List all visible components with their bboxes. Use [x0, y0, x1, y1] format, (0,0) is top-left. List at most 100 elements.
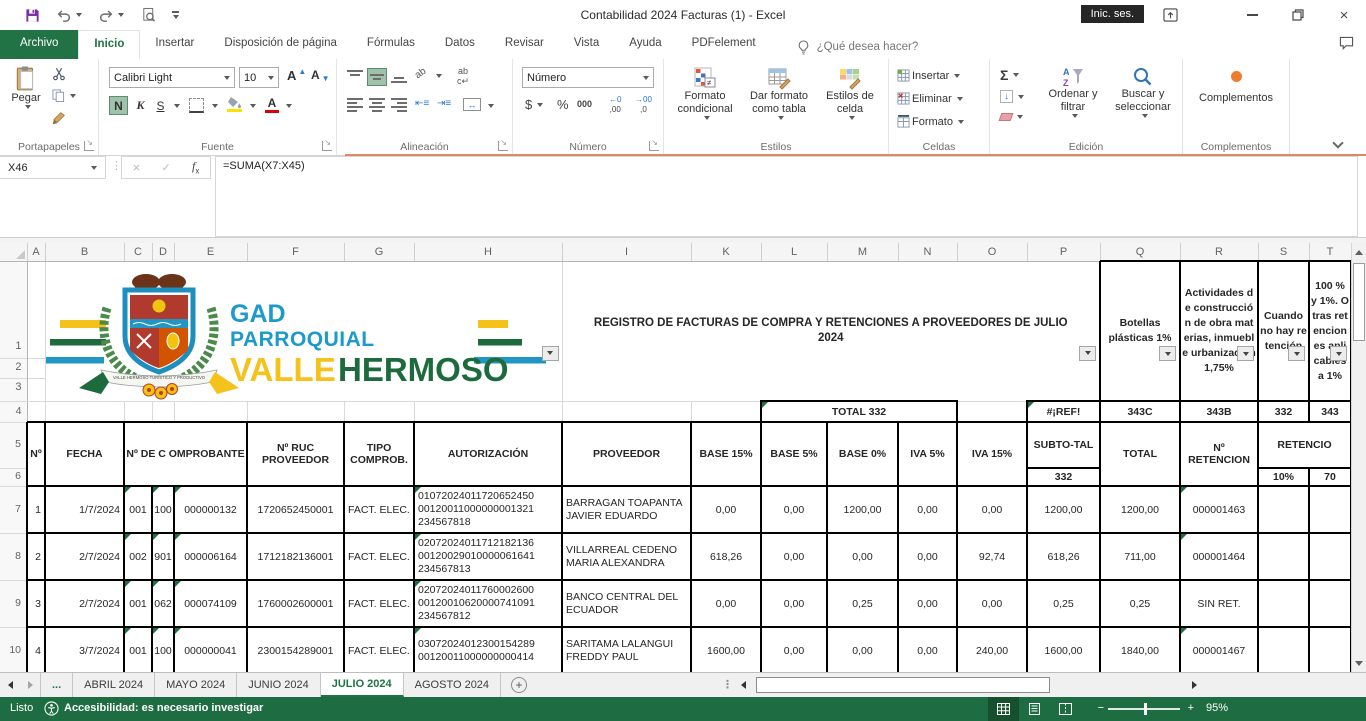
otras-dropdown-icon[interactable] — [1330, 346, 1347, 361]
cell-subtotal[interactable]: 1200,00 — [1027, 486, 1100, 533]
sign-in-button[interactable]: Inic. ses. — [1081, 5, 1144, 23]
cell-empty[interactable] — [45, 401, 124, 422]
col-header-m[interactable]: M — [827, 243, 898, 261]
col-header-i[interactable]: I — [562, 243, 691, 261]
undo-icon[interactable] — [56, 7, 72, 23]
cell-total[interactable]: 0,25 — [1100, 580, 1180, 627]
comment-icon[interactable] — [1339, 30, 1354, 59]
format-as-table-button[interactable]: Dar formato como tabla — [744, 66, 814, 120]
align-right-icon[interactable] — [389, 96, 409, 114]
cell-base5[interactable]: 0,00 — [761, 486, 827, 533]
cell-base0[interactable]: 0,00 — [827, 533, 898, 580]
header-total[interactable]: TOTAL — [1100, 422, 1180, 486]
conditional-formatting-button[interactable]: ≠ Formato condicional — [670, 66, 740, 120]
name-box[interactable]: X46 — [0, 156, 106, 179]
bold-button[interactable]: N — [109, 96, 128, 115]
cell-empty[interactable] — [344, 401, 414, 422]
cell-iva5[interactable]: 0,00 — [898, 627, 957, 672]
increase-decimal-icon[interactable]: ←0,00 — [609, 96, 621, 114]
cell-base15[interactable]: 0,00 — [691, 580, 761, 627]
header-10pct[interactable]: 10% — [1258, 468, 1309, 486]
tab-inicio[interactable]: Inicio — [78, 30, 140, 59]
align-bottom-icon[interactable] — [389, 68, 409, 86]
header-iva5[interactable]: IVA 5% — [898, 422, 957, 486]
row-header-7[interactable]: 7 — [0, 486, 27, 533]
font-color-dropdown-icon[interactable] — [286, 104, 292, 108]
select-all-corner[interactable] — [0, 243, 27, 261]
horizontal-scroll-thumb[interactable] — [756, 677, 1050, 693]
borders-dropdown-icon[interactable] — [212, 104, 218, 108]
cell-empty[interactable] — [1309, 580, 1351, 627]
cell-total-332[interactable]: TOTAL 332 — [761, 401, 957, 422]
view-page-break-icon[interactable] — [1050, 697, 1081, 721]
cell-secuencial[interactable]: 000000132 — [174, 486, 247, 533]
decrease-decimal-icon[interactable]: →00,0 — [635, 96, 652, 114]
header-n-retencion[interactable]: Nº RETENCION — [1180, 422, 1258, 486]
cell-header-botellas[interactable]: Botellas plásticas 1% — [1100, 261, 1180, 401]
cell-empty[interactable] — [174, 401, 247, 422]
cell-ruc[interactable]: 2300154289001 — [247, 627, 344, 672]
row-header-9[interactable]: 9 — [0, 580, 27, 627]
row-header-10[interactable]: 10 — [0, 627, 27, 672]
cell-tipo[interactable]: FACT. ELEC. — [344, 533, 414, 580]
cell-iva5[interactable]: 0,00 — [898, 486, 957, 533]
zoom-slider-thumb[interactable] — [1144, 703, 1147, 715]
cell-punto[interactable]: 100 — [152, 627, 174, 672]
merge-dropdown-icon[interactable] — [488, 104, 494, 108]
tab-ayuda[interactable]: Ayuda — [614, 30, 676, 59]
minimize-button[interactable] — [1230, 0, 1274, 30]
zoom-in-icon[interactable]: + — [1188, 702, 1194, 714]
clipboard-dialog-launcher-icon[interactable]: ↘ — [84, 141, 94, 151]
cell-tipo[interactable]: FACT. ELEC. — [344, 580, 414, 627]
ribbon-display-options-icon[interactable] — [1150, 0, 1190, 30]
cell-ruc[interactable]: 1712182136001 — [247, 533, 344, 580]
hscroll-left-icon[interactable] — [741, 681, 746, 689]
cell-iva15[interactable]: 240,00 — [957, 627, 1027, 672]
cell-retencion[interactable]: 000001463 — [1180, 486, 1258, 533]
accessibility-icon[interactable] — [44, 701, 59, 716]
insert-cells-button[interactable]: Insertar — [897, 69, 960, 82]
sheet-tab-julio[interactable]: JULIO 2024 — [321, 673, 404, 697]
new-sheet-icon[interactable]: + — [511, 677, 527, 693]
cell-343b[interactable]: 343B — [1180, 401, 1258, 422]
header-comprobante[interactable]: Nº DE C OMPROBANTE — [124, 422, 247, 486]
scroll-up-icon[interactable] — [1352, 244, 1366, 260]
cell-total[interactable]: 711,00 — [1100, 533, 1180, 580]
cell-header-sin-retencion[interactable]: Cuando no hay retención — [1258, 261, 1309, 401]
botellas-dropdown-icon[interactable] — [1159, 346, 1176, 361]
row-header-5[interactable]: 5 — [0, 422, 27, 468]
cell-empty[interactable] — [1258, 486, 1309, 533]
sheet-nav-right-icon[interactable] — [20, 673, 40, 697]
sheet-nav-left-icon[interactable] — [0, 673, 20, 697]
row-header-4[interactable]: 4 — [0, 401, 27, 422]
clear-icon[interactable] — [1000, 113, 1023, 121]
col-header-e[interactable]: E — [174, 243, 247, 261]
cell-tipo[interactable]: FACT. ELEC. — [344, 627, 414, 672]
cell-empty[interactable] — [124, 401, 152, 422]
cell-base0[interactable]: 0,00 — [827, 627, 898, 672]
copy-button[interactable] — [52, 89, 76, 102]
sort-filter-button[interactable]: AZ Ordenar y filtrar — [1042, 66, 1104, 118]
cell-proveedor[interactable]: SARITAMA LALANGUI FREDDY PAUL — [562, 627, 691, 672]
cell-empty[interactable] — [1258, 627, 1309, 672]
view-page-layout-icon[interactable] — [1019, 697, 1050, 721]
construccion-dropdown-icon[interactable] — [1237, 346, 1254, 361]
cell-ref-error[interactable]: #¡REF! — [1027, 401, 1100, 422]
cell-total[interactable]: 1200,00 — [1100, 486, 1180, 533]
view-normal-icon[interactable] — [988, 697, 1019, 721]
row-header-6[interactable]: 6 — [0, 468, 27, 486]
cell-retencion[interactable]: 000001464 — [1180, 533, 1258, 580]
sheet-tab-agosto[interactable]: AGOSTO 2024 — [404, 673, 501, 697]
fill-color-dropdown-icon[interactable] — [250, 104, 256, 108]
col-header-k[interactable]: K — [691, 243, 761, 261]
fill-icon[interactable]: ↓ — [1000, 90, 1024, 103]
col-header-p[interactable]: P — [1027, 243, 1100, 261]
enter-icon[interactable]: ✓ — [162, 161, 171, 174]
hscroll-right-icon[interactable] — [1192, 681, 1197, 689]
cell-base5[interactable]: 0,00 — [761, 533, 827, 580]
cell-secuencial[interactable]: 000074109 — [174, 580, 247, 627]
cell-retencion[interactable]: SIN RET. — [1180, 580, 1258, 627]
header-subtotal[interactable]: SUBTO-TAL — [1027, 422, 1100, 468]
vertical-scroll-thumb[interactable] — [1353, 263, 1365, 341]
zoom-out-icon[interactable]: − — [1098, 702, 1104, 714]
